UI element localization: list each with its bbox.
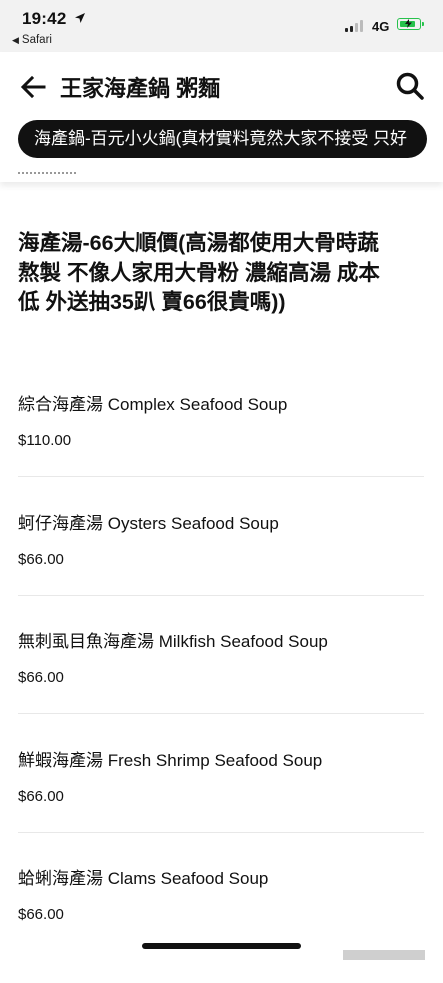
menu-item-price: $66.00 [18, 669, 64, 686]
menu-item-price: $66.00 [18, 906, 64, 923]
store-title: 王家海產鍋 粥麵 [60, 76, 221, 101]
menu-item-price: $110.00 [18, 432, 72, 449]
menu-item[interactable]: 綜合海產湯 Complex Seafood Soup $110.00 [0, 390, 443, 509]
signal-bars-icon [345, 20, 363, 32]
menu-item-name: 鮮蝦海產湯 Fresh Shrimp Seafood Soup [18, 751, 323, 770]
status-time: 19:42 [22, 9, 67, 28]
arrow-left-icon[interactable] [18, 72, 48, 102]
item-divider [18, 476, 424, 477]
menu-item-name: 蛤蜊海產湯 Clams Seafood Soup [18, 869, 269, 888]
status-bar: 19:42 ◀ Safari 4G [0, 0, 443, 52]
partial-bottom-button [343, 950, 425, 960]
item-divider [18, 713, 424, 714]
home-indicator [142, 943, 301, 949]
menu-item-price: $66.00 [18, 788, 64, 805]
back-to-safari-link[interactable]: ◀ Safari [12, 34, 52, 46]
category-tabs: ) 海產鍋-百元小火鍋(真材實料竟然大家不接受 只好 [0, 120, 443, 160]
section-title: 海產湯-66大順價(高湯都使用大骨時蔬熬製 不像人家用大骨粉 濃縮高湯 成本低 … [18, 231, 380, 314]
battery-charging-icon [397, 18, 424, 30]
menu-item[interactable]: 蛤蜊海產湯 Clams Seafood Soup $66.00 [0, 864, 443, 983]
category-tab-active[interactable]: 海產鍋-百元小火鍋(真材實料竟然大家不接受 只好 [18, 120, 428, 158]
truncated-content-divider [18, 172, 76, 177]
item-divider [18, 832, 424, 833]
menu-item-price: $66.00 [18, 551, 64, 568]
back-triangle-icon: ◀ [12, 35, 19, 45]
back-app-label: Safari [21, 34, 52, 46]
app-header: 王家海產鍋 粥麵 ) 海產鍋-百元小火鍋(真材實料竟然大家不接受 只好 [0, 52, 443, 182]
menu-item-name: 蚵仔海產湯 Oysters Seafood Soup [18, 514, 279, 533]
menu-item-name: 綜合海產湯 Complex Seafood Soup [18, 395, 288, 414]
menu-item[interactable]: 蚵仔海產湯 Oysters Seafood Soup $66.00 [0, 509, 443, 628]
menu-item[interactable]: 無刺虱目魚海產湯 Milkfish Seafood Soup $66.00 [0, 627, 443, 746]
menu-item-name: 無刺虱目魚海產湯 Milkfish Seafood Soup [18, 632, 328, 651]
search-icon[interactable] [394, 70, 426, 102]
location-arrow-icon [75, 13, 85, 23]
menu-item[interactable]: 鮮蝦海產湯 Fresh Shrimp Seafood Soup $66.00 [0, 746, 443, 865]
item-divider [18, 595, 424, 596]
network-type: 4G [372, 19, 390, 34]
